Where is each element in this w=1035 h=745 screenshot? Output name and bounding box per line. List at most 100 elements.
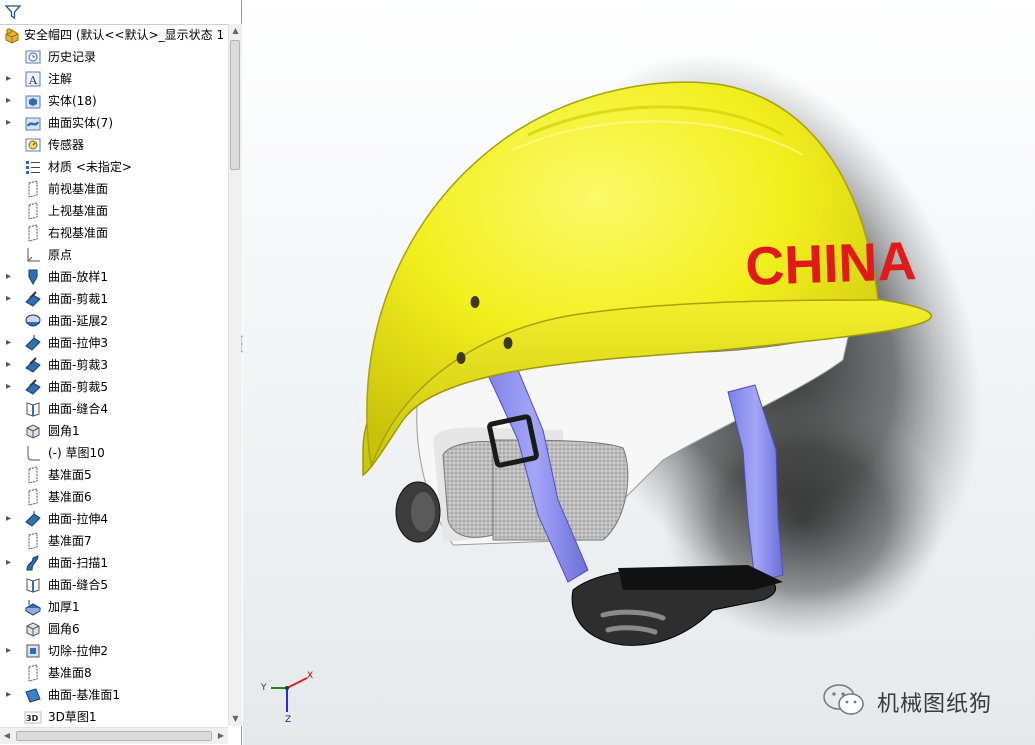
tree-item-label: 曲面-剪裁3 <box>48 358 108 372</box>
tree-item-label: 切除-拉伸2 <box>48 644 108 658</box>
scroll-right-icon[interactable]: ▶ <box>214 728 228 744</box>
tree-item[interactable]: 上视基准面 <box>0 200 228 222</box>
tree-item-label: 上视基准面 <box>48 204 109 218</box>
scroll-left-icon[interactable]: ◀ <box>0 728 14 744</box>
triad-y-label: Y <box>260 683 267 693</box>
tree-item[interactable]: 3D 3D草图1 <box>0 706 228 726</box>
tree-item[interactable]: (-) 草图10 <box>0 442 228 464</box>
tree-item-label: 基准面7 <box>48 534 92 548</box>
tree-item[interactable]: 原点 <box>0 244 228 266</box>
tree-item[interactable]: 前视基准面 <box>0 178 228 200</box>
triad-x-label: X <box>307 671 313 681</box>
tree-item-label: 曲面-基准面1 <box>48 688 120 702</box>
tree-item[interactable]: ▸ 曲面-剪裁3 <box>0 354 228 376</box>
expand-arrow-icon[interactable]: ▸ <box>6 95 14 107</box>
helmet-model[interactable]: CHINA <box>243 0 1035 745</box>
tree-item-label: 历史记录 <box>48 50 97 64</box>
tree-item[interactable]: 曲面-缝合5 <box>0 574 228 596</box>
tree-item-label: 曲面-拉伸3 <box>48 336 108 350</box>
annotation-icon: A <box>24 70 42 88</box>
expand-arrow-icon[interactable]: ▸ <box>6 73 14 85</box>
tree-item-label: 曲面-剪裁1 <box>48 292 108 306</box>
tree-item[interactable]: 圆角1 <box>0 420 228 442</box>
tree-item[interactable]: 历史记录 <box>0 46 228 68</box>
expand-arrow-icon[interactable]: ▸ <box>6 337 14 349</box>
plane-icon <box>24 488 42 506</box>
tree-item[interactable]: ▸ 曲面-放样1 <box>0 266 228 288</box>
tree-item-label: 原点 <box>48 248 73 262</box>
tree-item-label: 曲面-缝合5 <box>48 578 108 592</box>
tree-item-label: 曲面-剪裁5 <box>48 380 108 394</box>
helmet-logo-text: CHINA <box>744 231 917 297</box>
sensor-icon <box>24 136 42 154</box>
feature-tree: 安全帽四 (默认<<默认>_显示状态 1 历史记录 ▸ A 注解 ▸ 实体(18) ▸ 曲面实… <box>0 24 228 726</box>
plane-icon <box>24 224 42 242</box>
tree-item[interactable]: ▸ 曲面-拉伸3 <box>0 332 228 354</box>
tree-item[interactable]: ▸ 实体(18) <box>0 90 228 112</box>
surface-loft-icon <box>24 268 42 286</box>
tree-item[interactable]: 曲面-缝合4 <box>0 398 228 420</box>
tree-vertical-scrollbar[interactable]: ▲ ▼ <box>228 24 242 726</box>
expand-arrow-icon[interactable]: ▸ <box>6 359 14 371</box>
tree-item-label: 曲面-放样1 <box>48 270 108 284</box>
tree-item[interactable]: 右视基准面 <box>0 222 228 244</box>
tree-item-label: 曲面-延展2 <box>48 314 108 328</box>
scroll-up-icon[interactable]: ▲ <box>229 24 242 38</box>
tree-item[interactable]: 基准面6 <box>0 486 228 508</box>
expand-arrow-icon[interactable]: ▸ <box>6 689 14 701</box>
tree-item[interactable]: ▸ 曲面-基准面1 <box>0 684 228 706</box>
surface-trim-icon <box>24 378 42 396</box>
tree-root-part[interactable]: 安全帽四 (默认<<默认>_显示状态 1 <box>0 24 228 46</box>
expand-arrow-icon[interactable]: ▸ <box>6 117 14 129</box>
feature-manager-panel: 安全帽四 (默认<<默认>_显示状态 1 历史记录 ▸ A 注解 ▸ 实体(18) ▸ 曲面实… <box>0 0 242 745</box>
tree-item-label: 前视基准面 <box>48 182 109 196</box>
expand-arrow-icon[interactable]: ▸ <box>6 557 14 569</box>
surface-extend-icon <box>24 312 42 330</box>
expand-arrow-icon[interactable]: ▸ <box>6 513 14 525</box>
hscroll-thumb[interactable] <box>16 731 212 741</box>
surface-trim-icon <box>24 356 42 374</box>
tree-item-label: 3D草图1 <box>48 710 97 724</box>
graphics-viewport[interactable]: CHINA X Y Z 机械图纸狗 <box>243 0 1035 745</box>
tree-item[interactable]: 基准面7 <box>0 530 228 552</box>
tree-horizontal-scrollbar[interactable]: ◀ ▶ <box>0 727 228 744</box>
expand-arrow-icon[interactable]: ▸ <box>6 271 14 283</box>
cut-extrude-icon <box>24 642 42 660</box>
expand-arrow-icon[interactable]: ▸ <box>6 381 14 393</box>
scroll-thumb[interactable] <box>230 40 240 170</box>
tree-item[interactable]: 加厚1 <box>0 596 228 618</box>
tree-item[interactable]: ▸ 曲面-拉伸4 <box>0 508 228 530</box>
tree-item-label: 材质 <未指定> <box>48 160 132 174</box>
triad-z-label: Z <box>285 715 291 725</box>
tree-item-label: 曲面实体(7) <box>48 116 113 130</box>
sketch-icon <box>24 444 42 462</box>
tree-item[interactable]: ▸ 曲面实体(7) <box>0 112 228 134</box>
surface-knit-icon <box>24 576 42 594</box>
tree-item-label: 圆角6 <box>48 622 80 636</box>
scroll-down-icon[interactable]: ▼ <box>229 712 242 726</box>
tree-item[interactable]: 曲面-延展2 <box>0 310 228 332</box>
sketch-3d-icon: 3D <box>24 708 42 726</box>
tree-item[interactable]: 传感器 <box>0 134 228 156</box>
expand-arrow-icon[interactable]: ▸ <box>6 645 14 657</box>
tree-item[interactable]: 基准面5 <box>0 464 228 486</box>
tree-item[interactable]: ▸ 曲面-剪裁1 <box>0 288 228 310</box>
fillet-icon <box>24 620 42 638</box>
tree-item[interactable]: 圆角6 <box>0 618 228 640</box>
tree-item-label: (-) 草图10 <box>48 446 105 460</box>
tree-item[interactable]: 材质 <未指定> <box>0 156 228 178</box>
tree-item-label: 传感器 <box>48 138 85 152</box>
tree-root-label: 安全帽四 (默认<<默认>_显示状态 1 <box>24 28 225 42</box>
tree-item-label: 曲面-缝合4 <box>48 402 108 416</box>
tree-item[interactable]: ▸ 曲面-剪裁5 <box>0 376 228 398</box>
orientation-triad: X Y Z <box>259 668 319 728</box>
expand-arrow-icon[interactable]: ▸ <box>6 293 14 305</box>
tree-item[interactable]: 基准面8 <box>0 662 228 684</box>
origin-icon <box>24 246 42 264</box>
tree-item[interactable]: ▸ A 注解 <box>0 68 228 90</box>
tree-item[interactable]: ▸ 曲面-扫描1 <box>0 552 228 574</box>
tree-item-label: 基准面8 <box>48 666 92 680</box>
tree-item[interactable]: ▸ 切除-拉伸2 <box>0 640 228 662</box>
filter-icon[interactable] <box>4 3 22 25</box>
tree-item-label: 圆角1 <box>48 424 80 438</box>
